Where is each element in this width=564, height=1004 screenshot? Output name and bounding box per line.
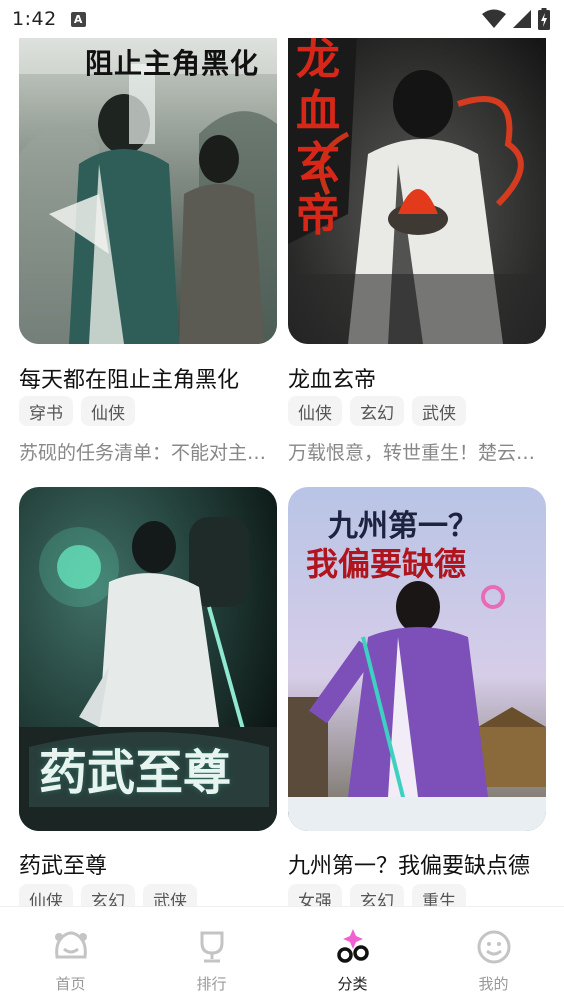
- book-cover-image[interactable]: 阻止主角黑化: [19, 38, 277, 344]
- tag[interactable]: 玄幻: [350, 396, 404, 426]
- book-title[interactable]: 药武至尊: [19, 848, 277, 880]
- nav-label: 排行: [196, 975, 227, 993]
- book-grid: 阻止主角黑化 每天都在阻止主角黑化 穿书 仙侠 苏砚的任务清单：不能对主角… 龙…: [0, 38, 564, 906]
- book-title[interactable]: 每天都在阻止主角黑化: [19, 362, 277, 394]
- status-icons: [482, 8, 550, 30]
- nav-profile[interactable]: 我的: [423, 907, 564, 1004]
- smiley-icon: [477, 930, 510, 964]
- book-cover-image[interactable]: 九州第一？ 我偏要缺德: [288, 487, 546, 831]
- tag[interactable]: 仙侠: [81, 396, 135, 426]
- trophy-icon: [200, 931, 223, 963]
- wifi-icon: [482, 9, 506, 28]
- tag-list: 仙侠 玄幻 武侠: [288, 396, 466, 426]
- tag[interactable]: 穿书: [19, 396, 73, 426]
- tag[interactable]: 仙侠: [19, 884, 73, 906]
- book-description: 苏砚的任务清单：不能对主角…: [19, 442, 269, 464]
- battery-icon: [538, 8, 550, 30]
- nav-category[interactable]: 分类: [282, 907, 423, 1004]
- cover-title-text: 阻止主角黑化: [85, 47, 260, 80]
- book-cover-image[interactable]: 药武至尊: [19, 487, 277, 831]
- tag-list: 穿书 仙侠: [19, 396, 135, 426]
- cover-title-text: 龙血玄帝: [296, 38, 340, 241]
- home-face-icon: [54, 931, 87, 959]
- notification-a-icon: A: [70, 11, 86, 27]
- cover-title-text: 药武至尊: [39, 745, 232, 801]
- tag[interactable]: 仙侠: [288, 396, 342, 426]
- tag[interactable]: 武侠: [412, 396, 466, 426]
- tag[interactable]: 玄幻: [81, 884, 135, 906]
- bottom-navigation: 首页 排行 分类 我的: [0, 906, 564, 1004]
- tag[interactable]: 武侠: [143, 884, 197, 906]
- book-title[interactable]: 九州第一？我偏要缺点德: [288, 848, 546, 880]
- nav-home[interactable]: 首页: [0, 907, 141, 1004]
- tag[interactable]: 重生: [412, 884, 466, 906]
- book-title[interactable]: 龙血玄帝: [288, 362, 546, 394]
- tag-list: 女强 玄幻 重生: [288, 884, 466, 906]
- signal-icon: [513, 10, 531, 28]
- nav-ranking[interactable]: 排行: [141, 907, 282, 1004]
- nav-label: 首页: [55, 975, 86, 993]
- nav-label: 分类: [337, 975, 368, 993]
- cover-title-text-line2: 我偏要缺德: [306, 545, 467, 583]
- book-description: 万载恨意，转世重生！楚云…: [288, 442, 536, 464]
- status-bar: 1:42 A: [0, 0, 564, 38]
- book-cover-image[interactable]: 龙血玄帝: [288, 38, 546, 344]
- tag[interactable]: 玄幻: [350, 884, 404, 906]
- nav-label: 我的: [478, 975, 509, 993]
- status-time: 1:42: [12, 8, 57, 30]
- category-icon: [336, 929, 369, 963]
- tag[interactable]: 女强: [288, 884, 342, 906]
- tag-list: 仙侠 玄幻 武侠: [19, 884, 197, 906]
